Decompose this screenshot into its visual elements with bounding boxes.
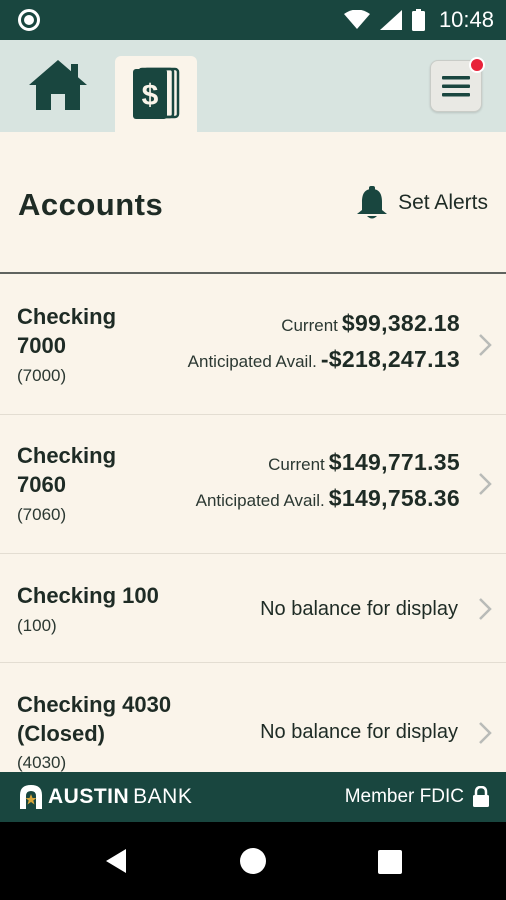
status-bar: 10:48 xyxy=(0,0,506,40)
home-icon xyxy=(29,60,87,110)
lock-icon xyxy=(473,786,489,807)
home-circle-icon[interactable] xyxy=(240,848,266,874)
signal-icon xyxy=(379,10,402,30)
account-number: (7000) xyxy=(17,366,67,385)
brand-name-bold: AUSTIN xyxy=(48,785,130,808)
fdic-notice: Member FDIC xyxy=(345,786,490,808)
account-number: (7060) xyxy=(17,505,67,524)
notification-circle-icon xyxy=(18,9,40,31)
fdic-label: Member FDIC xyxy=(344,786,464,807)
account-name: Checking 100 xyxy=(17,583,159,608)
no-balance-text: No balance for display xyxy=(260,721,458,743)
chevron-right-icon xyxy=(479,473,492,495)
anticipated-label: Anticipated Avail. xyxy=(187,352,317,371)
svg-text:$: $ xyxy=(142,79,159,112)
page-title: Accounts xyxy=(18,187,164,222)
dollar-cards-icon: $ xyxy=(133,67,180,119)
chevron-right-icon xyxy=(479,598,492,620)
battery-icon xyxy=(411,9,425,31)
no-balance-text: No balance for display xyxy=(260,598,458,620)
menu-button[interactable] xyxy=(430,57,485,112)
app-nav-bar: $ xyxy=(0,40,506,132)
account-balances: Current $149,771.35 Anticipated Avail. $… xyxy=(196,447,460,519)
account-row-100[interactable]: Checking 100 (100) No balance for displa… xyxy=(0,554,506,663)
current-label: Current xyxy=(281,316,338,335)
clock: 10:48 xyxy=(438,7,494,32)
account-name: Checking 7060 xyxy=(17,443,117,497)
brand-name-light: BANK xyxy=(133,785,193,808)
austin-bank-logo: AUSTIN BANK xyxy=(18,784,192,810)
account-name: Checking 7000 xyxy=(17,304,117,358)
account-balances: Current $99,382.18 Anticipated Avail. -$… xyxy=(188,308,460,380)
anticipated-label: Anticipated Avail. xyxy=(195,491,325,510)
account-list: Checking 7000 (7000) Current $99,382.18 … xyxy=(0,276,506,772)
anticipated-balance: -$218,247.13 xyxy=(320,346,460,372)
bell-icon xyxy=(357,186,388,219)
system-nav-bar xyxy=(0,822,506,900)
accounts-screen: Accounts Set Alerts Checking 7000 (7000)… xyxy=(0,132,506,772)
nav-home-button[interactable] xyxy=(18,55,98,115)
footer-bar: AUSTIN BANK Member FDIC xyxy=(0,772,506,822)
account-row-4030[interactable]: Checking 4030 (Closed) (4030) No balance… xyxy=(0,663,506,772)
recent-apps-icon[interactable] xyxy=(378,850,402,874)
account-number: (100) xyxy=(17,616,57,635)
nav-accounts-button[interactable]: $ xyxy=(115,56,197,132)
current-label: Current xyxy=(268,455,325,474)
chevron-right-icon xyxy=(479,722,492,744)
set-alerts-button[interactable]: Set Alerts xyxy=(356,186,488,220)
wifi-icon xyxy=(343,10,370,29)
notification-badge xyxy=(469,57,485,73)
set-alerts-label: Set Alerts xyxy=(398,191,488,214)
account-row-7060[interactable]: Checking 7060 (7060) Current $149,771.35… xyxy=(0,415,506,554)
bank-arch-icon xyxy=(20,785,42,809)
account-name: Checking 4030 (Closed) xyxy=(17,692,172,746)
chevron-right-icon xyxy=(479,334,492,356)
account-row-7000[interactable]: Checking 7000 (7000) Current $99,382.18 … xyxy=(0,276,506,415)
account-number: (4030) xyxy=(17,753,67,772)
current-balance: $99,382.18 xyxy=(341,310,460,336)
back-icon[interactable] xyxy=(104,848,128,874)
status-icons: 10:48 xyxy=(343,0,494,40)
accounts-header: Accounts Set Alerts xyxy=(0,132,506,274)
hamburger-menu-icon xyxy=(442,76,470,97)
current-balance: $149,771.35 xyxy=(328,449,460,475)
anticipated-balance: $149,758.36 xyxy=(328,485,460,511)
